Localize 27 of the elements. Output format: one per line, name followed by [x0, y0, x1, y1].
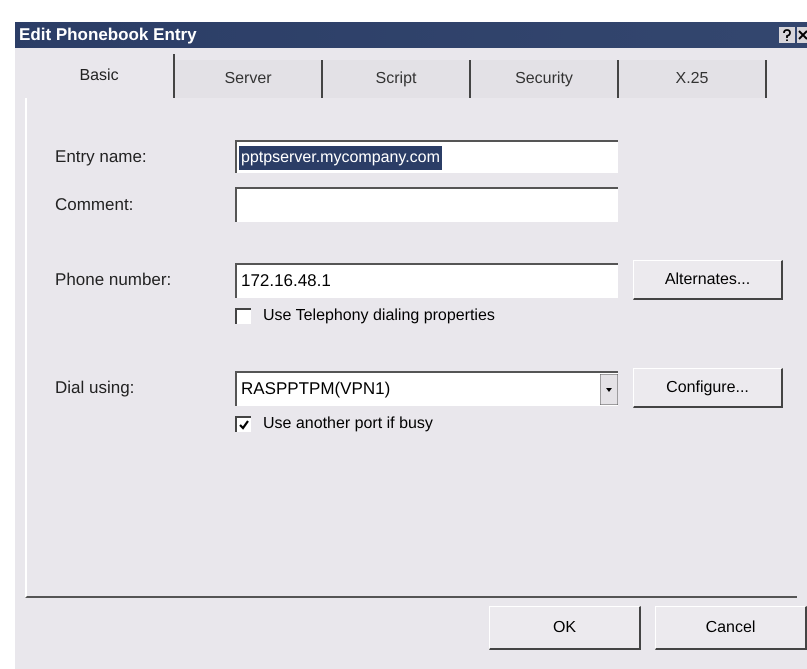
tab[interactable]: Server: [175, 60, 323, 98]
entry-name-field[interactable]: pptpserver.mycompany.com: [235, 140, 618, 173]
tab[interactable]: X.25: [619, 60, 767, 98]
field-label: Phone number:: [55, 269, 172, 292]
dropdown-arrow-icon[interactable]: [600, 374, 618, 404]
help-icon[interactable]: [779, 27, 795, 43]
checkbox-label: Use Telephony dialing properties: [263, 306, 495, 326]
field-value: RASPPTPM(VPN1): [241, 378, 392, 400]
alternates-button[interactable]: Alternates...: [633, 260, 783, 300]
tab[interactable]: Security: [471, 60, 619, 98]
field-label: Dial using:: [55, 377, 136, 400]
dial-using-dropdown[interactable]: RASPPTPM(VPN1): [235, 370, 618, 406]
field-label: Entry name:: [55, 146, 148, 168]
field-value: 172.16.48.1: [241, 270, 331, 292]
field-value: pptpserver.mycompany.com: [239, 146, 442, 170]
ok-button[interactable]: OK: [489, 606, 641, 650]
comment-field[interactable]: [235, 187, 618, 222]
checkbox[interactable]: [235, 416, 251, 432]
field-label: Comment:: [55, 194, 134, 216]
close-icon[interactable]: [797, 27, 807, 43]
tab[interactable]: Script: [323, 60, 471, 98]
phone-number-field[interactable]: 172.16.48.1: [235, 262, 618, 298]
cancel-button[interactable]: Cancel: [655, 606, 807, 650]
window-title: Edit Phonebook Entry: [19, 24, 197, 46]
checkbox[interactable]: [235, 308, 251, 324]
configure-button[interactable]: Configure...: [633, 368, 783, 408]
checkbox-label: Use another port if busy: [263, 414, 433, 434]
